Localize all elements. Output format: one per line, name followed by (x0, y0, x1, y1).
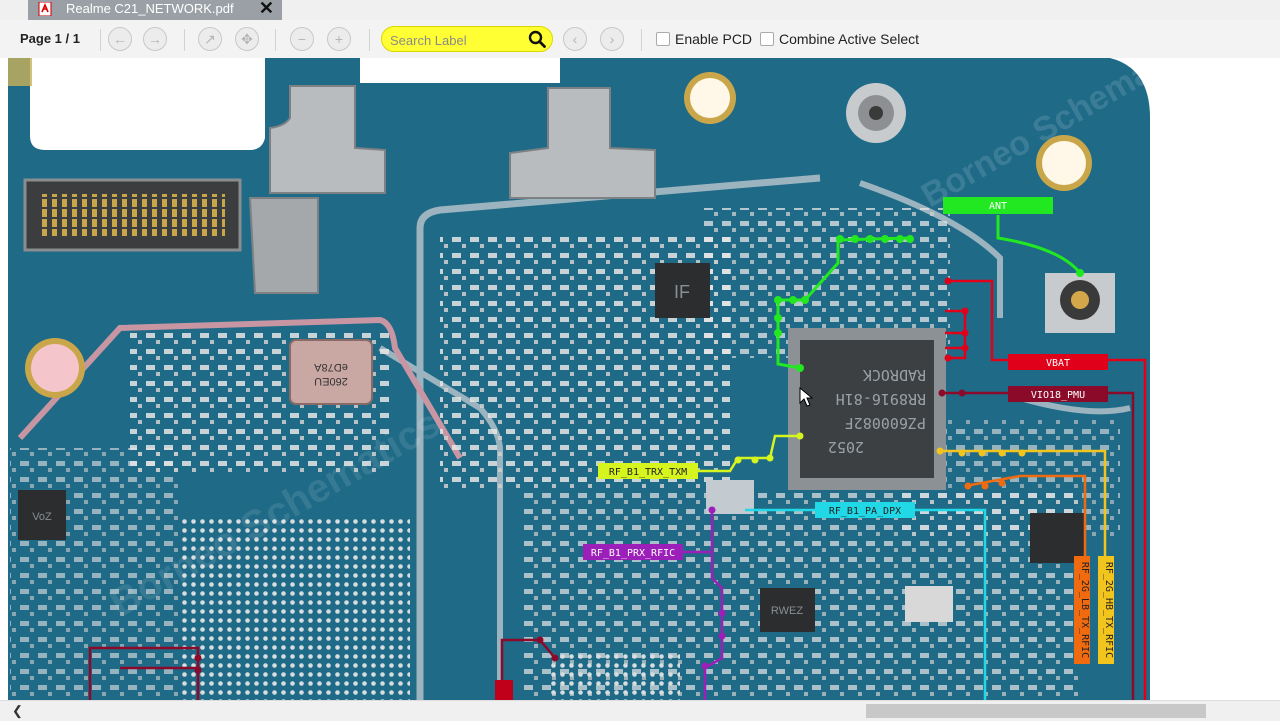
close-tab-button[interactable]: ✕ (259, 0, 274, 19)
divider (184, 29, 185, 51)
divider (641, 29, 642, 51)
zoom-out-button[interactable]: − (290, 27, 314, 51)
pcb-board-image[interactable]: 260EU eD78A IF VoZ RWEZ Borneo Schematic… (0, 58, 1280, 700)
ic-marking: RWEZ (771, 605, 803, 617)
net-label-rf-prx-text: RF_B1_PRX_RFIC (591, 548, 675, 559)
toolbar: Page 1 / 1 ← → ↗ ✥ − + ‹ › Enable PCD Co… (0, 20, 1280, 59)
divider (275, 29, 276, 51)
ic-marking: VoZ (32, 511, 52, 523)
combine-active-select-checkbox[interactable] (760, 32, 774, 46)
ic-marking: IF (674, 282, 690, 302)
net-label-vio18-text: VIO18_PMU (1031, 390, 1085, 401)
pa-chip-marking: RADROCK (863, 366, 926, 384)
pa-chip-marking: PZ600082F (845, 414, 926, 432)
search-label-input[interactable] (388, 30, 528, 50)
tab-title: Realme C21_NETWORK.pdf (66, 1, 234, 16)
next-page-button[interactable]: → (143, 27, 167, 51)
pa-chip-marking: RR8916-81H (836, 390, 926, 408)
previous-result-button[interactable]: ‹ (563, 27, 587, 51)
share-button[interactable]: ↗ (198, 27, 222, 51)
enable-pcd-checkbox[interactable] (656, 32, 670, 46)
document-tab[interactable]: Realme C21_NETWORK.pdf ✕ (28, 0, 282, 20)
pa-chip-marking: 2052 (828, 438, 864, 456)
page-indicator: Page 1 / 1 (20, 31, 80, 46)
net-label-vbat-text: VBAT (1046, 358, 1070, 369)
previous-page-button[interactable]: ← (108, 27, 132, 51)
zoom-in-button[interactable]: + (327, 27, 351, 51)
inductor-marking: 260EU (314, 375, 348, 387)
net-label-rf-2g-lb-text: RF_2G_LB_TX_RFIC (1079, 562, 1090, 658)
horizontal-scrollbar[interactable]: ❮ (0, 700, 1280, 721)
search-label-box (381, 26, 553, 52)
search-icon[interactable] (528, 30, 546, 48)
enable-pcd-label: Enable PCD (675, 31, 753, 47)
next-result-button[interactable]: › (600, 27, 624, 51)
scroll-left-icon[interactable]: ❮ (12, 703, 23, 719)
pdf-icon (38, 2, 52, 16)
inductor-marking: eD78A (314, 361, 348, 373)
net-label-rf-2g-hb-text: RF_2G_HB_TX_RFIC (1103, 562, 1114, 658)
combine-active-select-label: Combine Active Select (779, 31, 920, 47)
tab-bar: Realme C21_NETWORK.pdf ✕ (0, 0, 1280, 20)
divider (100, 29, 101, 51)
net-label-rf-pa-text: RF_B1_PA_DPX (829, 506, 901, 517)
net-label-rf-trx-text: RF_B1_TRX_TXM (609, 467, 687, 478)
scrollbar-thumb[interactable] (866, 704, 1206, 718)
document-viewer[interactable]: 260EU eD78A IF VoZ RWEZ Borneo Schematic… (0, 58, 1280, 700)
divider (369, 29, 370, 51)
pan-button[interactable]: ✥ (235, 27, 259, 51)
net-label-ant-text: ANT (989, 201, 1007, 212)
